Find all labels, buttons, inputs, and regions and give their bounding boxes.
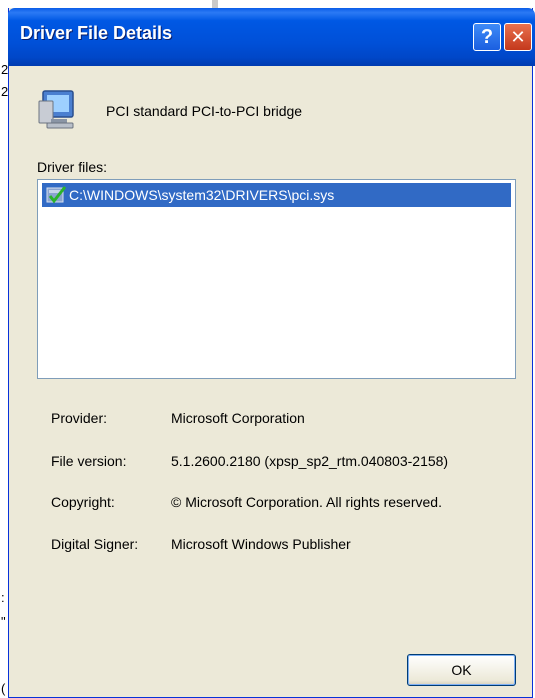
ok-button[interactable]: OK — [407, 654, 516, 686]
dialog-body: PCI standard PCI-to-PCI bridge Driver fi… — [9, 66, 534, 698]
close-icon: ✕ — [510, 26, 526, 47]
computer-monitor-icon — [38, 90, 74, 129]
driver-files-list[interactable]: C:\WINDOWS\system32\DRIVERS\pci.sys — [37, 179, 516, 379]
copyright-value: © Microsoft Corporation. All rights rese… — [171, 494, 442, 510]
dialog-title: Driver File Details — [20, 23, 173, 43]
close-button[interactable]: ✕ — [504, 23, 532, 51]
list-item[interactable]: C:\WINDOWS\system32\DRIVERS\pci.sys — [42, 183, 511, 207]
copyright-label: Copyright: — [51, 494, 115, 510]
background-text: : — [1, 590, 5, 605]
signed-driver-file-icon — [46, 186, 67, 204]
digital-signer-value: Microsoft Windows Publisher — [171, 536, 351, 552]
driver-file-path: C:\WINDOWS\system32\DRIVERS\pci.sys — [69, 187, 335, 203]
file-version-value: 5.1.2600.2180 (xpsp_sp2_rtm.040803-2158) — [171, 453, 449, 469]
provider-value: Microsoft Corporation — [171, 410, 305, 426]
help-button[interactable]: ? — [473, 23, 501, 51]
background-text: " — [1, 614, 6, 629]
title-bar[interactable]: Driver File Details ? ✕ — [8, 8, 535, 66]
driver-file-details-dialog: Driver File Details ? ✕ PCI standard PCI… — [8, 8, 535, 698]
driver-files-label: Driver files: — [37, 159, 108, 175]
device-name: PCI standard PCI-to-PCI bridge — [106, 103, 303, 119]
digital-signer-label: Digital Signer: — [51, 536, 139, 552]
background-text: ( — [1, 681, 6, 696]
provider-label: Provider: — [51, 410, 108, 426]
file-version-label: File version: — [51, 453, 127, 469]
help-icon: ? — [480, 25, 494, 48]
background-scroll-mark — [212, 0, 218, 8]
